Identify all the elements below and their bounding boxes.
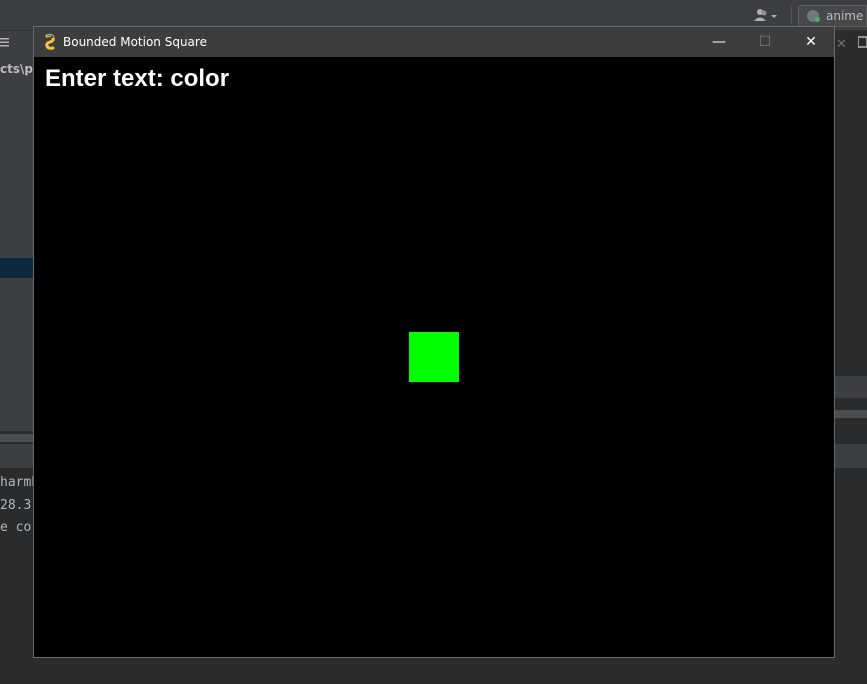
window-titlebar[interactable]: Bounded Motion Square — ☐ ✕: [34, 27, 834, 57]
maximize-button[interactable]: ☐: [742, 27, 788, 57]
vcs-branch-button[interactable]: anime: [798, 5, 867, 27]
editor-right-strip: [834, 31, 867, 411]
toolbar-separator: [791, 6, 792, 24]
panel-splitter[interactable]: [0, 434, 34, 442]
console-tabbar-right: [834, 444, 867, 468]
minimize-button[interactable]: —: [696, 27, 742, 57]
vcs-branch-label: anime: [826, 9, 864, 23]
pygame-window: Bounded Motion Square — ☐ ✕ Enter text: …: [33, 26, 835, 658]
game-canvas[interactable]: Enter text: color: [34, 57, 834, 657]
user-dropdown-icon[interactable]: [753, 8, 781, 24]
pygame-snake-icon: [43, 33, 59, 50]
panel-splitter-right[interactable]: [834, 410, 867, 418]
project-panel: [0, 31, 34, 431]
collapse-all-icon[interactable]: [0, 36, 10, 48]
editor-scroll-area: [834, 376, 867, 398]
window-title: Bounded Motion Square: [63, 35, 207, 49]
close-button[interactable]: ✕: [788, 27, 834, 57]
selected-tree-item[interactable]: [0, 258, 34, 278]
status-dot-icon: [815, 17, 820, 22]
editor-tab-icon[interactable]: [857, 36, 867, 48]
console-tabbar: [0, 444, 34, 468]
close-tab-icon[interactable]: ✕: [836, 37, 847, 52]
moving-square: [409, 332, 459, 382]
text-input-prompt: Enter text: color: [45, 65, 230, 92]
